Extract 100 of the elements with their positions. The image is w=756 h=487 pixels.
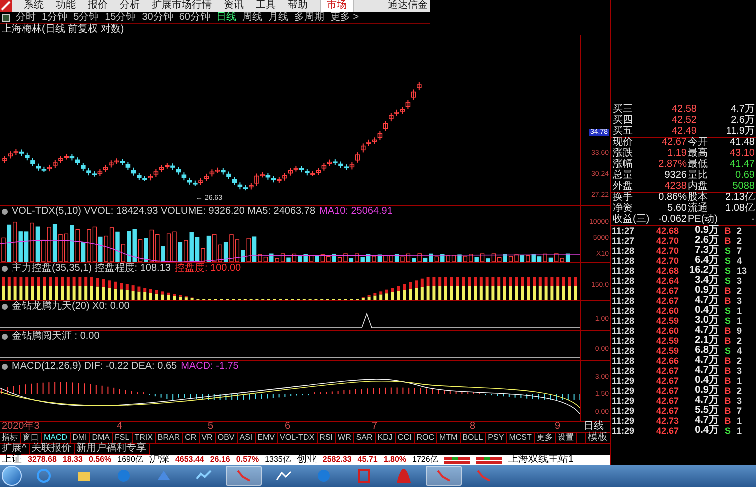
trade-side: S: [724, 426, 732, 436]
trade-time: 11:28: [611, 346, 636, 356]
trade-side: B: [724, 296, 732, 306]
quote-label: 股本: [687, 193, 709, 203]
indicator-tab[interactable]: MTM: [437, 433, 461, 443]
template-button[interactable]: 模板: [585, 433, 610, 443]
quote-label: 今开: [687, 138, 709, 148]
trade-price: 42.67: [655, 426, 679, 436]
quote-value: 43.10: [728, 148, 756, 158]
indicator-tab[interactable]: DMI: [70, 433, 90, 443]
indicator-tab[interactable]: RSI: [318, 433, 336, 443]
period-tab[interactable]: 周线: [242, 12, 262, 22]
indicator-tab[interactable]: DMA: [90, 433, 114, 443]
indicator-tab[interactable]: 窗口: [21, 433, 42, 443]
menu-item[interactable]: 报价: [88, 1, 108, 11]
indicator-tab[interactable]: SAR: [354, 433, 376, 443]
indicator-tab[interactable]: TRIX: [132, 433, 156, 443]
trade-price: 42.73: [655, 416, 679, 426]
trade-price: 42.59: [655, 336, 679, 346]
trade-price: 42.68: [655, 266, 679, 276]
trade-side: B: [724, 356, 732, 366]
trade-volume: 0.4万: [694, 306, 719, 316]
trade-count: 3: [737, 276, 744, 286]
indicator-legend: MACD(12,26,9) DIF: -0.22 DEA: 0.65: [12, 362, 178, 372]
period-tab[interactable]: 15分钟: [105, 12, 136, 22]
quote-label: 换手: [612, 193, 634, 203]
bid-price: 42.58: [670, 104, 697, 114]
trade-time: 11:29: [611, 416, 636, 426]
indicator-tab[interactable]: WR: [336, 433, 354, 443]
indicator-tab[interactable]: MACD: [42, 433, 71, 443]
indicator-tab[interactable]: CR: [183, 433, 200, 443]
trade-volume: 6.4万: [695, 256, 719, 266]
period-tab[interactable]: 30分钟: [142, 12, 174, 22]
indicator-tab[interactable]: MCST: [507, 433, 535, 443]
period-tab[interactable]: 更多 >: [330, 12, 360, 22]
quote-label: 净资: [612, 204, 634, 214]
period-tab[interactable]: 60分钟: [179, 12, 210, 22]
trade-volume: 0.9万: [695, 226, 719, 236]
quote-label: 涨幅: [612, 160, 634, 170]
indicator-legend: 主力控盘(35,35,1) 控盘程度: 108.13: [12, 264, 171, 274]
indicator-tab[interactable]: FSL: [113, 433, 133, 443]
trade-volume: 5.5万: [694, 406, 719, 416]
trade-side: S: [724, 276, 732, 286]
indicator-tab[interactable]: OBV: [216, 433, 238, 443]
menu-item[interactable]: 分析: [120, 1, 140, 11]
trade-price: 42.67: [655, 406, 679, 416]
quote-value: 2.13亿: [724, 193, 756, 203]
trade-count: 2: [737, 236, 744, 246]
trade-time: 11:27: [611, 226, 636, 236]
indicator-tab[interactable]: VR: [200, 433, 216, 443]
menu-item[interactable]: 帮助: [288, 1, 308, 11]
trade-count: 1: [737, 426, 744, 436]
quote-label: 买五: [612, 126, 634, 136]
period-tab[interactable]: 多周期: [294, 12, 324, 22]
trade-count: 7: [737, 246, 744, 256]
trade-price: 42.59: [655, 346, 679, 356]
trade-time: 11:28: [611, 246, 636, 256]
menu-item[interactable]: 功能: [56, 1, 76, 11]
quote-value: 4238: [664, 182, 687, 192]
indicator-tab[interactable]: PSY: [486, 433, 508, 443]
quote-value: -: [750, 214, 756, 224]
trade-volume: 0.9万: [694, 286, 719, 296]
indicator-tab[interactable]: 更多: [534, 433, 556, 443]
menu-item[interactable]: 工具: [256, 1, 276, 11]
trade-count: 4: [737, 346, 744, 356]
trade-price: 42.67: [655, 366, 679, 376]
period-tab[interactable]: 1分钟: [42, 12, 68, 22]
trade-time: 11:28: [611, 366, 636, 376]
trade-count: 9: [737, 326, 744, 336]
period-tab[interactable]: 日线: [216, 12, 236, 22]
indicator-tab[interactable]: 设置: [556, 433, 577, 443]
quote-label: 内盘: [687, 182, 709, 192]
bid-price: 42.49: [670, 126, 697, 136]
trade-side: S: [724, 256, 732, 266]
trade-price: 42.60: [655, 326, 679, 336]
indicator-tab[interactable]: KDJ: [376, 433, 396, 443]
indicator-tab[interactable]: ROC: [414, 433, 438, 443]
trade-count: 4: [737, 256, 744, 266]
period-tab[interactable]: 分时: [16, 12, 36, 22]
menu-item[interactable]: 资讯: [224, 1, 244, 11]
indicator-tab[interactable]: CCI: [396, 433, 415, 443]
index-change: 18.33: [62, 456, 83, 464]
indicator-tab[interactable]: ASI: [238, 433, 256, 443]
indicator-tab[interactable]: EMV: [256, 433, 278, 443]
trade-count: 2: [737, 356, 744, 366]
trade-side: B: [724, 376, 732, 386]
indicator-tab[interactable]: BOLL: [460, 433, 486, 443]
indicator-tab[interactable]: VOL-TDX: [278, 433, 318, 443]
trade-time: 11:29: [611, 376, 636, 386]
period-tab[interactable]: 5分钟: [74, 12, 100, 22]
trade-time: 11:28: [611, 296, 636, 306]
indicator-tab[interactable]: BRAR: [156, 433, 184, 443]
indicator-tab[interactable]: 指标: [0, 433, 21, 443]
trade-side: B: [724, 396, 732, 406]
indicator-legend: MA10: 25064.91: [320, 206, 393, 216]
period-tab[interactable]: 月线: [268, 12, 288, 22]
period-label: 日线: [583, 422, 604, 432]
trade-count: 1: [737, 376, 744, 386]
date-label: 8: [470, 422, 476, 432]
indicator-legend: VOL-TDX(5,10) VVOL: 18424.93 VOLUME: 9326.20 MA5: 24063.78: [12, 206, 316, 216]
